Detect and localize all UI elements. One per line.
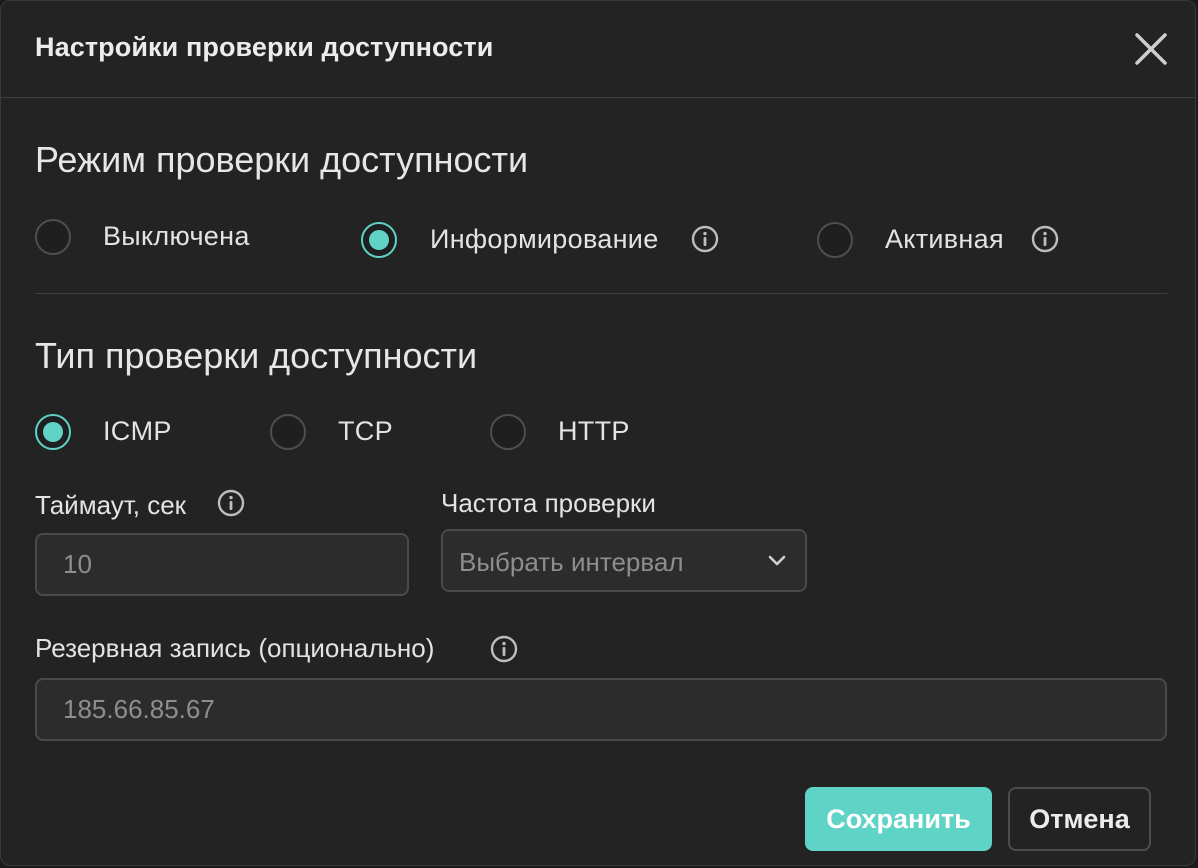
info-icon[interactable] [490,635,518,663]
mode-section-title: Режим проверки доступности [35,139,529,180]
backup-label: Резервная запись (опционально) [35,633,435,663]
timeout-input[interactable] [35,533,409,596]
section-divider [35,293,1167,294]
close-button[interactable] [1131,29,1171,69]
save-button[interactable]: Сохранить [805,787,992,851]
frequency-label: Частота проверки [441,488,656,518]
info-icon[interactable] [1031,225,1059,253]
type-radio-tcp[interactable] [270,414,306,450]
close-icon [1135,33,1167,65]
mode-label-inform: Информирование [430,224,659,254]
dialog-header: Настройки проверки доступности [1,1,1195,98]
mode-radio-off[interactable] [35,219,71,255]
mode-radio-active[interactable] [817,222,853,258]
chevron-down-icon [768,555,786,566]
frequency-select[interactable]: Выбрать интервал [441,529,807,592]
info-icon[interactable] [691,225,719,253]
timeout-label: Таймаут, сек [35,490,187,520]
availability-settings-dialog: Настройки проверки доступности Режим про… [0,0,1196,866]
cancel-button[interactable]: Отмена [1008,787,1151,851]
dialog-title: Настройки проверки доступности [35,32,494,62]
type-label-http: HTTP [558,416,630,446]
info-icon[interactable] [217,489,245,517]
mode-radio-inform[interactable] [361,222,397,258]
frequency-select-placeholder: Выбрать интервал [459,547,684,577]
mode-label-active: Активная [885,224,1004,254]
type-label-tcp: TCP [338,416,393,446]
mode-label-off: Выключена [103,221,250,251]
type-radio-http[interactable] [490,414,526,450]
backup-input[interactable] [35,678,1167,741]
type-section-title: Тип проверки доступности [35,335,478,376]
type-radio-icmp[interactable] [35,414,71,450]
type-label-icmp: ICMP [103,416,172,446]
